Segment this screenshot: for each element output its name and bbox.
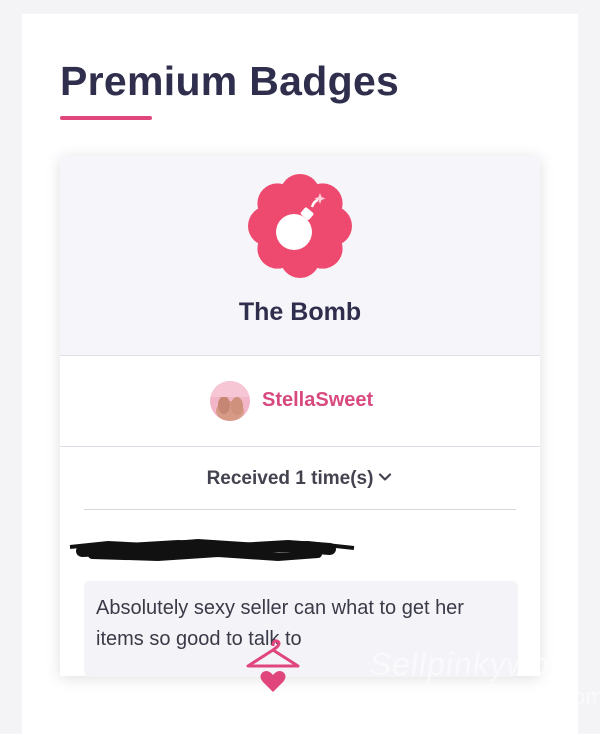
sender-row[interactable]: StellaSweet <box>60 356 540 447</box>
watermark-text: Sellpinkyworn <box>367 646 584 682</box>
watermark-domain: .com <box>556 684 600 709</box>
title-underline <box>60 116 152 120</box>
hanger-heart-icon <box>246 639 300 692</box>
content-panel: Premium Badges The Bomb StellaSweet Rece… <box>22 14 600 734</box>
received-toggle[interactable]: Received 1 time(s) <box>60 468 540 490</box>
avatar[interactable] <box>210 381 250 421</box>
badge-name: The Bomb <box>238 298 362 326</box>
sender-username[interactable]: StellaSweet <box>262 389 373 412</box>
bomb-icon <box>248 174 352 278</box>
redacted-reviewer-name <box>69 538 355 562</box>
badge-card: The Bomb StellaSweet Received 1 time(s) <box>60 156 600 709</box>
chevron-down-icon <box>379 473 392 481</box>
divider <box>84 509 516 510</box>
page-title: Premium Badges <box>60 58 400 104</box>
badge-header: The Bomb <box>60 156 540 356</box>
received-label: Received 1 time(s) <box>206 468 374 489</box>
